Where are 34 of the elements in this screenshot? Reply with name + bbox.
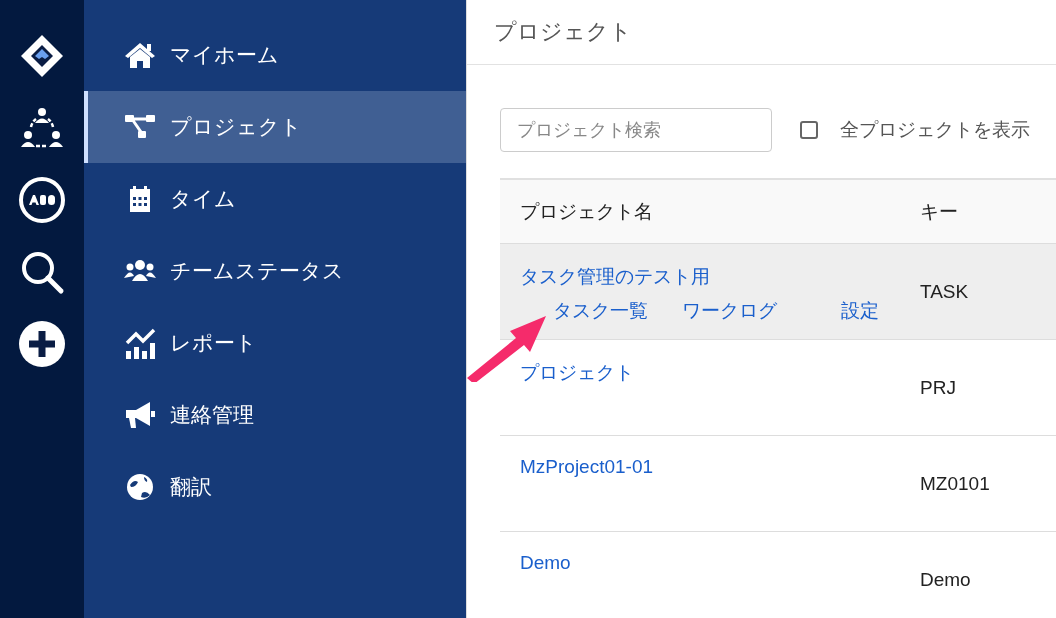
nav-item[interactable]: プロジェクト: [84, 91, 466, 163]
table-cell: MZ0101: [920, 472, 990, 495]
search-field[interactable]: プロジェクト検索: [500, 108, 772, 152]
table-cell: PRJ: [920, 376, 956, 399]
project-link[interactable]: タスク管理のテスト用: [520, 264, 710, 290]
table-row[interactable]: MzProject01-01 MZ0101: [500, 436, 1056, 532]
hierarchy-icon: [124, 113, 156, 141]
nav-item[interactable]: 連絡管理: [84, 379, 466, 451]
column-header: キー: [920, 199, 958, 224]
nav-item[interactable]: タイム: [84, 163, 466, 235]
globe-icon: [124, 473, 156, 501]
project-link[interactable]: MzProject01-01: [520, 456, 654, 478]
table-cell: TASK: [920, 280, 969, 303]
project-sub-link[interactable]: タスク一覧: [553, 298, 648, 324]
checkbox[interactable]: [800, 121, 818, 139]
nav-item[interactable]: 翻訳: [84, 451, 466, 523]
project-sub-link[interactable]: 設定: [841, 298, 879, 324]
megaphone-icon: [124, 401, 156, 429]
chart-icon: [124, 327, 156, 359]
page-title: プロジェクト: [494, 18, 632, 46]
project-link[interactable]: Demo: [520, 552, 571, 574]
add-icon[interactable]: [18, 320, 66, 368]
table-row[interactable]: タスク管理のテスト用 タスク一覧 ワークログ 設定 TASK: [500, 244, 1056, 340]
nav-item[interactable]: マイホーム: [84, 19, 466, 91]
nav-item[interactable]: レポート: [84, 307, 466, 379]
checkbox-label[interactable]: 全プロジェクトを表示: [840, 117, 1030, 143]
table-row[interactable]: Demo Demo: [500, 532, 1056, 618]
project-sub-link[interactable]: ワークログ: [682, 298, 777, 324]
project-link[interactable]: プロジェクト: [520, 360, 634, 386]
column-header: プロジェクト名: [519, 199, 654, 224]
home-icon: [124, 41, 156, 69]
abc-icon[interactable]: [18, 176, 66, 224]
nav-item[interactable]: チームステータス: [84, 235, 466, 307]
table-cell: Demo: [920, 568, 971, 591]
